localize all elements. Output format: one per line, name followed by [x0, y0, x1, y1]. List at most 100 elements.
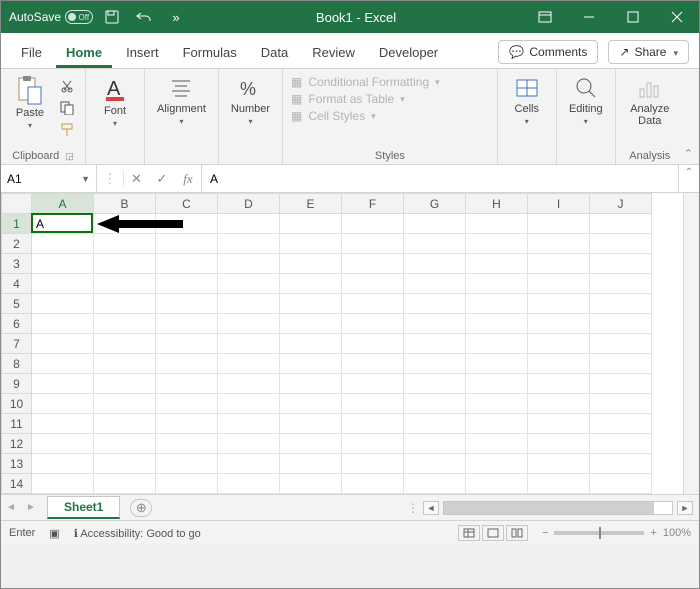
zoom-slider[interactable] [554, 531, 644, 535]
cell-C9[interactable] [156, 374, 218, 394]
cell-F1[interactable] [342, 214, 404, 234]
cell-G13[interactable] [404, 454, 466, 474]
cell-I9[interactable] [528, 374, 590, 394]
row-header-9[interactable]: 9 [2, 374, 32, 394]
cell-E6[interactable] [280, 314, 342, 334]
select-all-corner[interactable] [2, 194, 32, 214]
cell-H6[interactable] [466, 314, 528, 334]
tab-file[interactable]: File [11, 39, 52, 68]
cell-D12[interactable] [218, 434, 280, 454]
cell-C10[interactable] [156, 394, 218, 414]
cell-I4[interactable] [528, 274, 590, 294]
cell-A13[interactable] [32, 454, 94, 474]
cell-F7[interactable] [342, 334, 404, 354]
cell-G6[interactable] [404, 314, 466, 334]
cell-A2[interactable] [32, 234, 94, 254]
cell-D7[interactable] [218, 334, 280, 354]
tab-split-handle[interactable]: ⋮ [407, 501, 419, 515]
cell-G2[interactable] [404, 234, 466, 254]
row-header-5[interactable]: 5 [2, 294, 32, 314]
number-button[interactable]: % Number ▾ [227, 73, 274, 128]
cell-G3[interactable] [404, 254, 466, 274]
row-header-13[interactable]: 13 [2, 454, 32, 474]
cell-G1[interactable] [404, 214, 466, 234]
cell-J12[interactable] [590, 434, 652, 454]
cell-B4[interactable] [94, 274, 156, 294]
tab-data[interactable]: Data [251, 39, 298, 68]
functions-dropdown-icon[interactable]: ⋮ [97, 171, 123, 187]
cell-D10[interactable] [218, 394, 280, 414]
cell-H14[interactable] [466, 474, 528, 494]
row-header-8[interactable]: 8 [2, 354, 32, 374]
cell-J13[interactable] [590, 454, 652, 474]
cell-A3[interactable] [32, 254, 94, 274]
cell-A5[interactable] [32, 294, 94, 314]
tab-developer[interactable]: Developer [369, 39, 448, 68]
minimize-icon[interactable] [567, 1, 611, 33]
cell-I3[interactable] [528, 254, 590, 274]
row-header-7[interactable]: 7 [2, 334, 32, 354]
cell-A9[interactable] [32, 374, 94, 394]
col-header-J[interactable]: J [590, 194, 652, 214]
cell-I8[interactable] [528, 354, 590, 374]
undo-icon[interactable] [131, 3, 157, 31]
cell-F11[interactable] [342, 414, 404, 434]
scroll-left-icon[interactable]: ◄ [423, 501, 439, 515]
cell-C3[interactable] [156, 254, 218, 274]
cell-I6[interactable] [528, 314, 590, 334]
cell-H7[interactable] [466, 334, 528, 354]
cell-A1[interactable]: A [32, 214, 94, 234]
scroll-right-icon[interactable]: ► [677, 501, 693, 515]
name-box[interactable]: A1 ▼ [1, 165, 97, 192]
dialog-launcher-icon[interactable]: ◲ [65, 151, 74, 162]
cell-G12[interactable] [404, 434, 466, 454]
cell-B10[interactable] [94, 394, 156, 414]
row-header-10[interactable]: 10 [2, 394, 32, 414]
normal-view-icon[interactable] [458, 525, 480, 541]
cell-F6[interactable] [342, 314, 404, 334]
tab-formulas[interactable]: Formulas [173, 39, 247, 68]
cell-D4[interactable] [218, 274, 280, 294]
cell-I14[interactable] [528, 474, 590, 494]
cell-F5[interactable] [342, 294, 404, 314]
cell-J9[interactable] [590, 374, 652, 394]
cell-H10[interactable] [466, 394, 528, 414]
cell-I7[interactable] [528, 334, 590, 354]
cell-F4[interactable] [342, 274, 404, 294]
new-sheet-button[interactable]: ⊕ [130, 499, 152, 517]
cancel-icon[interactable]: ✕ [123, 171, 149, 187]
cell-B2[interactable] [94, 234, 156, 254]
cell-A6[interactable] [32, 314, 94, 334]
expand-formula-bar-icon[interactable]: ⌃ [679, 165, 699, 192]
cell-D6[interactable] [218, 314, 280, 334]
cell-H8[interactable] [466, 354, 528, 374]
cell-I5[interactable] [528, 294, 590, 314]
sheet-nav-prev-icon[interactable]: ◄ [1, 502, 21, 513]
cell-D9[interactable] [218, 374, 280, 394]
cell-A4[interactable] [32, 274, 94, 294]
cell-C4[interactable] [156, 274, 218, 294]
cell-H1[interactable] [466, 214, 528, 234]
cell-A10[interactable] [32, 394, 94, 414]
cell-G10[interactable] [404, 394, 466, 414]
save-icon[interactable] [99, 3, 125, 31]
vertical-scrollbar[interactable] [683, 193, 699, 494]
cell-J7[interactable] [590, 334, 652, 354]
cell-B7[interactable] [94, 334, 156, 354]
cell-G8[interactable] [404, 354, 466, 374]
cell-A8[interactable] [32, 354, 94, 374]
cell-E8[interactable] [280, 354, 342, 374]
copy-icon[interactable] [57, 99, 77, 117]
cell-B12[interactable] [94, 434, 156, 454]
row-header-6[interactable]: 6 [2, 314, 32, 334]
cell-J6[interactable] [590, 314, 652, 334]
cell-C8[interactable] [156, 354, 218, 374]
page-layout-view-icon[interactable] [482, 525, 504, 541]
enter-icon[interactable]: ✓ [149, 171, 175, 187]
cell-H13[interactable] [466, 454, 528, 474]
cell-A7[interactable] [32, 334, 94, 354]
format-painter-icon[interactable] [57, 121, 77, 139]
cell-G14[interactable] [404, 474, 466, 494]
col-header-A[interactable]: A [32, 194, 94, 214]
cell-I12[interactable] [528, 434, 590, 454]
